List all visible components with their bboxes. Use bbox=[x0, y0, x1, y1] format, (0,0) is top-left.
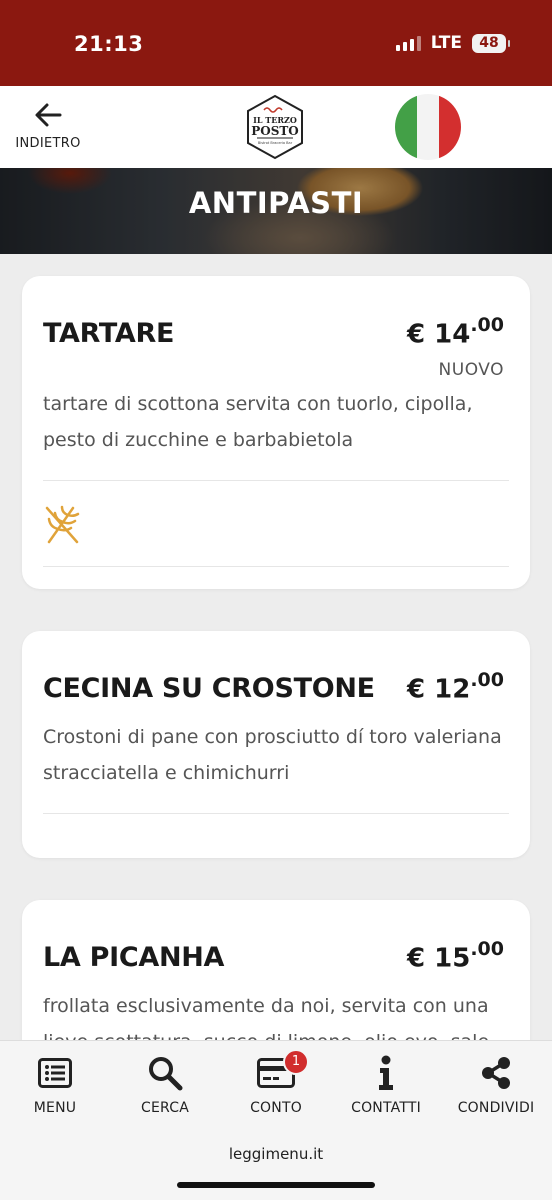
svg-text:Bistrot Braceria Bar: Bistrot Braceria Bar bbox=[258, 141, 293, 145]
item-description: tartare di scottona servita con tuorlo, … bbox=[43, 393, 473, 451]
price-cents: .00 bbox=[470, 314, 504, 336]
signal-icon bbox=[395, 35, 421, 51]
search-icon bbox=[145, 1055, 185, 1091]
list-icon bbox=[35, 1055, 75, 1091]
status-time: 21:13 bbox=[74, 32, 144, 56]
svg-text:POSTO: POSTO bbox=[251, 124, 299, 138]
price-main: € 15 bbox=[407, 943, 471, 974]
back-label: INDIETRO bbox=[15, 136, 81, 151]
bill-count-badge: 1 bbox=[283, 1049, 309, 1075]
back-button[interactable]: INDIETRO bbox=[14, 102, 84, 158]
site-url[interactable]: leggimenu.it bbox=[0, 1145, 552, 1163]
nav-bill[interactable]: CONTO bbox=[221, 1041, 331, 1131]
status-bar: 21:13 LTE 48 bbox=[0, 0, 552, 86]
item-price: € 14.00 bbox=[407, 314, 504, 350]
divider bbox=[43, 566, 509, 567]
menu-item-card[interactable]: TARTARE € 14.00 NUOVO tartare di scotton… bbox=[22, 276, 530, 589]
nav-menu[interactable]: MENU bbox=[0, 1041, 110, 1131]
bottom-nav: MENU CERCA CONTO CONTATTI CONDIVIDI bbox=[0, 1040, 552, 1131]
nav-label: CONTO bbox=[250, 1100, 302, 1116]
item-price: € 12.00 bbox=[407, 669, 504, 705]
item-price: € 15.00 bbox=[407, 938, 504, 974]
nav-contacts[interactable]: CONTATTI bbox=[331, 1041, 441, 1131]
new-badge: NUOVO bbox=[438, 360, 504, 380]
item-name: CECINA SU CROSTONE bbox=[43, 673, 375, 704]
price-main: € 14 bbox=[407, 319, 471, 350]
menu-item-card[interactable]: CECINA SU CROSTONE € 12.00 Crostoni di p… bbox=[22, 631, 530, 858]
nav-label: MENU bbox=[33, 1100, 77, 1116]
price-cents: .00 bbox=[470, 669, 504, 691]
network-label: LTE bbox=[430, 33, 462, 53]
price-cents: .00 bbox=[470, 938, 504, 960]
wheat-icon[interactable] bbox=[43, 502, 81, 546]
item-name: TARTARE bbox=[43, 318, 175, 349]
category-title: ANTIPASTI bbox=[188, 186, 364, 220]
divider bbox=[43, 480, 509, 481]
nav-label: CONDIVIDI bbox=[457, 1100, 535, 1116]
item-description: Crostoni di pane con prosciutto dí toro … bbox=[43, 726, 502, 784]
info-icon bbox=[366, 1055, 406, 1091]
nav-label: CONTATTI bbox=[351, 1100, 421, 1116]
battery-icon: 48 bbox=[472, 33, 510, 53]
divider bbox=[43, 813, 509, 814]
arrow-left-icon bbox=[35, 103, 62, 127]
item-name: LA PICANHA bbox=[43, 942, 225, 973]
status-indicators: LTE 48 bbox=[395, 33, 510, 53]
nav-label: CERCA bbox=[140, 1100, 189, 1116]
browser-footer: leggimenu.it bbox=[0, 1131, 552, 1200]
share-icon bbox=[476, 1055, 516, 1091]
home-indicator[interactable] bbox=[177, 1182, 375, 1188]
nav-share[interactable]: CONDIVIDI bbox=[441, 1041, 551, 1131]
price-main: € 12 bbox=[407, 674, 471, 705]
nav-header: INDIETRO IL TERZO POSTO Bistrot Braceria… bbox=[0, 86, 552, 168]
category-banner: ANTIPASTI bbox=[0, 168, 552, 254]
italian-flag-icon[interactable] bbox=[395, 94, 461, 160]
restaurant-logo[interactable]: IL TERZO POSTO Bistrot Braceria Bar bbox=[244, 94, 306, 160]
nav-search[interactable]: CERCA bbox=[110, 1041, 220, 1131]
